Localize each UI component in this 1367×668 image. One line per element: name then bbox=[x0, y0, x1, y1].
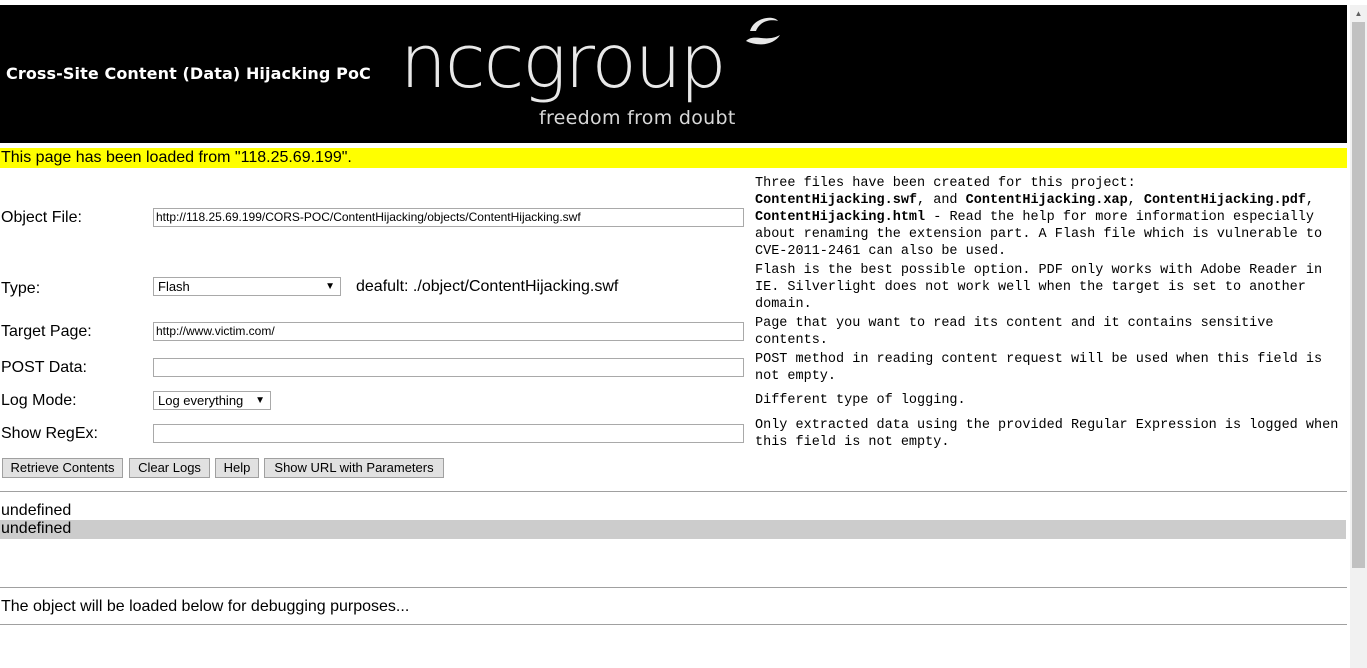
target-page-input[interactable]: http://www.victim.com/ bbox=[153, 322, 744, 341]
show-regex-label: Show RegEx: bbox=[1, 425, 98, 442]
post-data-input[interactable] bbox=[153, 358, 744, 377]
target-page-label: Target Page: bbox=[1, 323, 92, 340]
retrieve-contents-button[interactable]: Retrieve Contents bbox=[2, 458, 123, 478]
sep-comma-2: , bbox=[1305, 193, 1315, 208]
page-header: Cross-Site Content (Data) Hijacking PoC … bbox=[0, 5, 1347, 143]
log-mode-select-value: Log everything bbox=[158, 393, 244, 408]
debug-text: The object will be loaded below for debu… bbox=[1, 598, 410, 615]
scroll-up-arrow-icon[interactable]: ▲ bbox=[1350, 5, 1367, 22]
logo-tagline: freedom from doubt bbox=[539, 107, 736, 129]
type-select-value: Flash bbox=[158, 279, 190, 294]
clear-logs-button[interactable]: Clear Logs bbox=[129, 458, 210, 478]
loaded-from-banner: This page has been loaded from "118.25.6… bbox=[0, 148, 1347, 168]
wave-swoosh-icon bbox=[746, 17, 780, 45]
object-file-help: Three files have been created for this p… bbox=[755, 175, 1345, 260]
object-file-label: Object File: bbox=[1, 209, 82, 226]
object-help-intro: Three files have been created for this p… bbox=[755, 176, 1136, 191]
dropdown-arrow-icon: ▼ bbox=[325, 281, 335, 292]
show-regex-input[interactable] bbox=[153, 424, 744, 443]
type-label: Type: bbox=[1, 280, 41, 297]
log-line: undefined bbox=[1, 502, 72, 519]
scroll-thumb[interactable] bbox=[1352, 22, 1365, 568]
divider bbox=[0, 587, 1347, 588]
dropdown-arrow-icon: ▼ bbox=[255, 395, 265, 406]
divider bbox=[0, 491, 1347, 492]
help-button[interactable]: Help bbox=[215, 458, 259, 478]
sep-comma: , bbox=[1127, 193, 1136, 208]
log-line-highlighted: undefined bbox=[0, 520, 1346, 539]
type-default-note: deafult: ./object/ContentHijacking.swf bbox=[356, 278, 619, 295]
target-page-help: Page that you want to read its content a… bbox=[755, 316, 1274, 348]
file-html: ContentHijacking.html bbox=[755, 210, 926, 225]
log-mode-label: Log Mode: bbox=[1, 392, 77, 409]
file-pdf: ContentHijacking.pdf bbox=[1143, 193, 1306, 208]
object-file-input[interactable]: http://118.25.69.199/CORS-POC/ContentHij… bbox=[153, 208, 744, 227]
file-xap: ContentHijacking.xap bbox=[965, 193, 1128, 208]
log-mode-select[interactable]: Log everything ▼ bbox=[153, 391, 271, 410]
divider bbox=[0, 624, 1347, 625]
nccgroup-logo-text: nccgroup bbox=[400, 19, 727, 105]
page-title: Cross-Site Content (Data) Hijacking PoC bbox=[6, 64, 371, 83]
post-data-help: POST method in reading content request w… bbox=[755, 352, 1323, 384]
banner-text: This page has been loaded from "118.25.6… bbox=[1, 149, 352, 166]
vertical-scrollbar[interactable]: ▲ bbox=[1350, 5, 1367, 668]
file-swf: ContentHijacking.swf bbox=[755, 193, 918, 208]
sep-and: , and bbox=[917, 193, 966, 208]
type-help: Flash is the best possible option. PDF o… bbox=[755, 263, 1323, 312]
show-url-button[interactable]: Show URL with Parameters bbox=[264, 458, 444, 478]
show-regex-help: Only extracted data using the provided R… bbox=[755, 418, 1339, 450]
log-mode-help: Different type of logging. bbox=[755, 393, 966, 408]
post-data-label: POST Data: bbox=[1, 359, 87, 376]
type-select[interactable]: Flash ▼ bbox=[153, 277, 341, 296]
